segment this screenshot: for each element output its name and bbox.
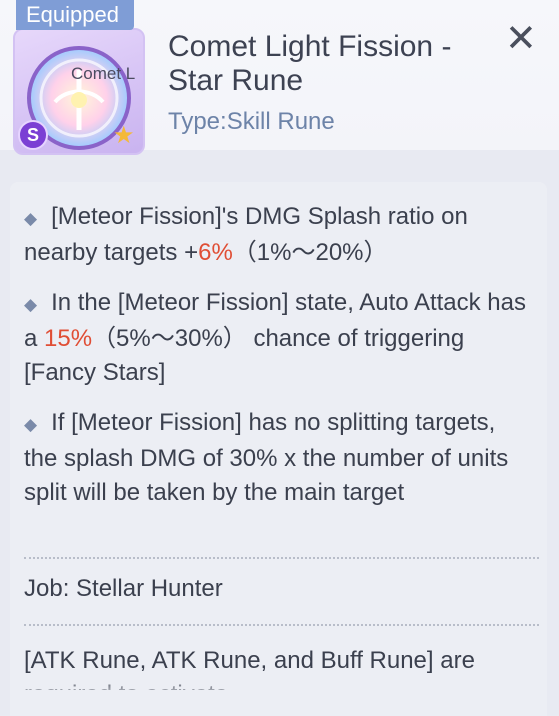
job-label: Job: Stellar Hunter [24,575,223,602]
diamond-bullet-icon: ◆ [24,415,38,434]
effect-value: 6% [198,239,233,266]
star-icon: ★ [113,122,135,149]
equipped-badge: Equipped [16,0,134,30]
diamond-bullet-icon: ◆ [24,209,38,228]
diamond-bullet-icon: ◆ [24,295,38,314]
close-icon[interactable]: ✕ [505,20,537,58]
scroll-fade [10,676,547,716]
rune-short-name: Comet L [71,64,136,83]
rune-detail-panel: Comet L Equipped S ★ Comet Light Fission… [0,0,559,716]
effect-value: 15% [44,325,93,352]
effect-paragraph-1: ◆ [Meteor Fission]'s DMG Splash ratio on … [24,203,468,266]
grade-badge: S [18,120,48,150]
divider [24,557,539,559]
rune-type: Type:Skill Rune [168,108,335,135]
effect-paragraph-2: ◆ In the [Meteor Fission] state, Auto Att… [24,289,526,386]
effect-paragraph-3: ◆ If [Meteor Fission] has no splitting ta… [24,409,509,506]
rune-title: Comet Light Fission - Star Rune [168,30,452,97]
description-box: ◆ [Meteor Fission]'s DMG Splash ratio on … [10,182,547,716]
divider [24,624,539,626]
